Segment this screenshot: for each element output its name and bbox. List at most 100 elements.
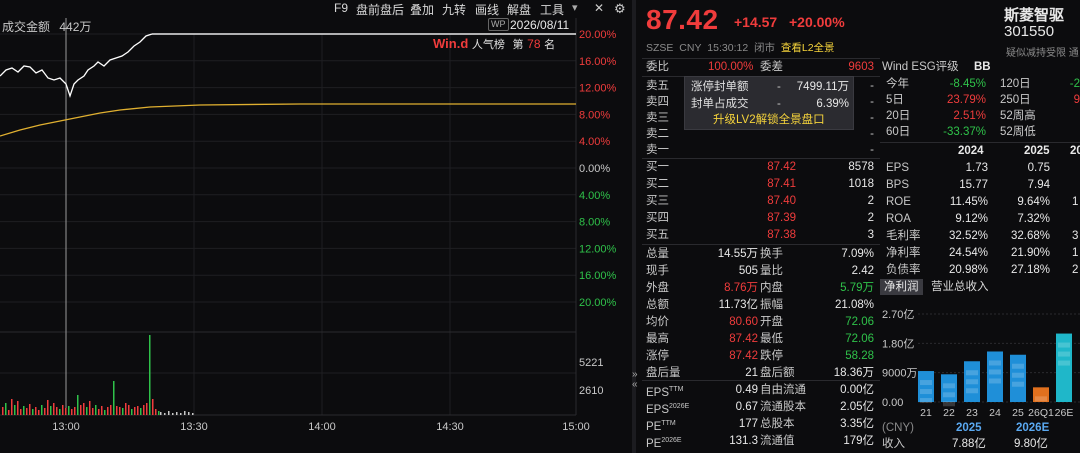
toolbar-f9[interactable]: F9	[334, 1, 348, 15]
bar-segment	[920, 380, 932, 386]
buy-level-volume: 3	[867, 229, 874, 241]
volume-axis-tick-label: 2610	[579, 385, 603, 397]
sell-level-volume: -	[870, 80, 874, 92]
tab-revenue[interactable]: 营业总收入	[927, 279, 993, 295]
ratio-value: 3	[1072, 230, 1079, 242]
bar-segment	[920, 398, 932, 404]
fin-label-sup: 2026E	[669, 403, 690, 410]
y-axis-tick-label: 8.00%	[579, 217, 610, 229]
intraday-chart-pane[interactable]: 20.00% 16.00% 12.00% 8.00% 4.00% 0.00% 4.00% 8.…	[0, 0, 632, 453]
buy-level-label: 买三	[646, 195, 669, 207]
fin-label: EPS2026E	[646, 399, 690, 416]
bar-segment	[943, 392, 955, 398]
toolbar-draw[interactable]: 画线	[475, 1, 499, 18]
stat-label: 现手	[646, 265, 669, 277]
toolbar-analysis[interactable]: 解盘	[507, 1, 531, 18]
tab-net-profit[interactable]: 净利润	[880, 279, 923, 295]
buy-level-price: 87.38	[767, 229, 796, 241]
weibi-label: 委比	[646, 61, 669, 73]
intraday-chart[interactable]: 20.00% 16.00% 12.00% 8.00% 4.00% 0.00% 4.00% 8.…	[0, 0, 632, 453]
l2-panorama-link[interactable]: 查看L2全景	[781, 42, 835, 54]
perf-value: -2	[1069, 78, 1080, 90]
ratio-value: 1.73	[965, 162, 988, 174]
close-icon[interactable]: ✕	[594, 1, 604, 15]
buy-level-price: 87.39	[767, 212, 796, 224]
stat-value: 58.28	[845, 350, 874, 362]
x-axis-tick-label: 13:30	[180, 421, 208, 433]
buy-level-price: 87.40	[767, 195, 796, 207]
chevron-down-icon[interactable]: ▾	[572, 1, 578, 14]
y-axis-tick-label: 12.00%	[579, 83, 617, 95]
sell-level-volume: -	[870, 112, 874, 124]
bar-segment	[989, 378, 1001, 384]
ratio-value: 7.94	[1027, 179, 1050, 191]
volume-bar	[155, 409, 157, 415]
ratio-value: 11.45%	[949, 196, 988, 208]
toolbar-tools[interactable]: 工具	[540, 1, 564, 18]
volume-bar	[119, 407, 121, 415]
volume-bar	[5, 403, 7, 415]
stat-value: 87.42	[729, 350, 758, 362]
upgrade-lv2-button[interactable]: 升级LV2解锁全景盘口	[713, 112, 825, 128]
stat-label: 盘后量	[646, 367, 681, 379]
ratio-value: 15.77	[959, 179, 988, 191]
average-price-line	[0, 103, 576, 137]
perf-label: 250日	[1000, 94, 1031, 106]
turnover-readout: 成交金额 442万	[2, 18, 91, 35]
sell-level-label: 卖一	[646, 144, 669, 156]
stat-label: 开盘	[760, 316, 783, 328]
volume-bar	[128, 405, 130, 415]
fin-value: 0.00亿	[840, 384, 874, 396]
y-axis-tick-label: 16.00%	[579, 270, 617, 282]
ratio-label: ROE	[886, 196, 911, 208]
quote-meta: SZSE CNY 15:30:12 闭市 查看L2全景	[646, 42, 835, 54]
perf-value: 9	[1073, 94, 1080, 106]
stat-label: 总额	[646, 299, 669, 311]
sell-level-label: 卖三	[646, 112, 669, 124]
toolbar-nine-turn[interactable]: 九转	[442, 1, 466, 18]
stat-label: 换手	[760, 248, 783, 260]
ratio-value: 27.18%	[1010, 264, 1050, 276]
volume-bar	[38, 410, 40, 415]
volume-bar	[95, 405, 97, 415]
stat-value: 505	[738, 265, 758, 277]
volume-bar	[160, 412, 162, 415]
gear-icon[interactable]: ⚙	[614, 1, 626, 17]
y-axis-tick-label: 16.00%	[579, 56, 617, 68]
toolbar-overlay[interactable]: 叠加	[410, 1, 434, 18]
income-label: 收入	[882, 438, 905, 450]
perf-label: 今年	[886, 78, 909, 90]
volume-bar	[125, 403, 127, 415]
fin-value: 2.05亿	[840, 401, 874, 413]
chart-date: 2026/08/11	[510, 18, 570, 32]
popularity-badge[interactable]: Win.d 人气榜 第 78 名	[433, 36, 555, 52]
y-axis-tick-label: 12.00%	[579, 243, 617, 255]
volume-bar	[71, 409, 73, 415]
popularity-rank: 78	[527, 37, 541, 51]
stat-label: 量比	[760, 265, 783, 277]
sell-level-label: 卖五	[646, 80, 669, 92]
toolbar-premarket[interactable]: 盘前盘后	[356, 1, 404, 18]
popularity-label: 人气榜	[471, 39, 505, 51]
ratio-label: 负债率	[886, 264, 921, 276]
volume-bar	[92, 408, 94, 415]
net-profit-bar	[918, 371, 934, 402]
ratio-value: 2	[1072, 264, 1079, 276]
perf-label: 20日	[886, 110, 911, 122]
weicha-label: 委差	[760, 61, 783, 73]
bar-x-label: 26E	[1055, 407, 1074, 419]
volume-bar	[188, 412, 190, 415]
volume-bar	[44, 408, 46, 415]
volume-bar	[41, 405, 43, 415]
ratio-year-header: 2024	[958, 145, 984, 157]
ratio-label: EPS	[886, 162, 910, 174]
stat-label: 振幅	[760, 299, 783, 311]
wind-logo: Win.d	[433, 36, 469, 51]
volume-bar	[23, 406, 25, 415]
stat-label: 总量	[646, 248, 669, 260]
stat-value: 14.55万	[717, 248, 758, 260]
volume-bar	[17, 401, 19, 415]
bar-segment	[920, 389, 932, 395]
volume-bar	[20, 409, 22, 415]
volume-bar	[146, 403, 148, 415]
